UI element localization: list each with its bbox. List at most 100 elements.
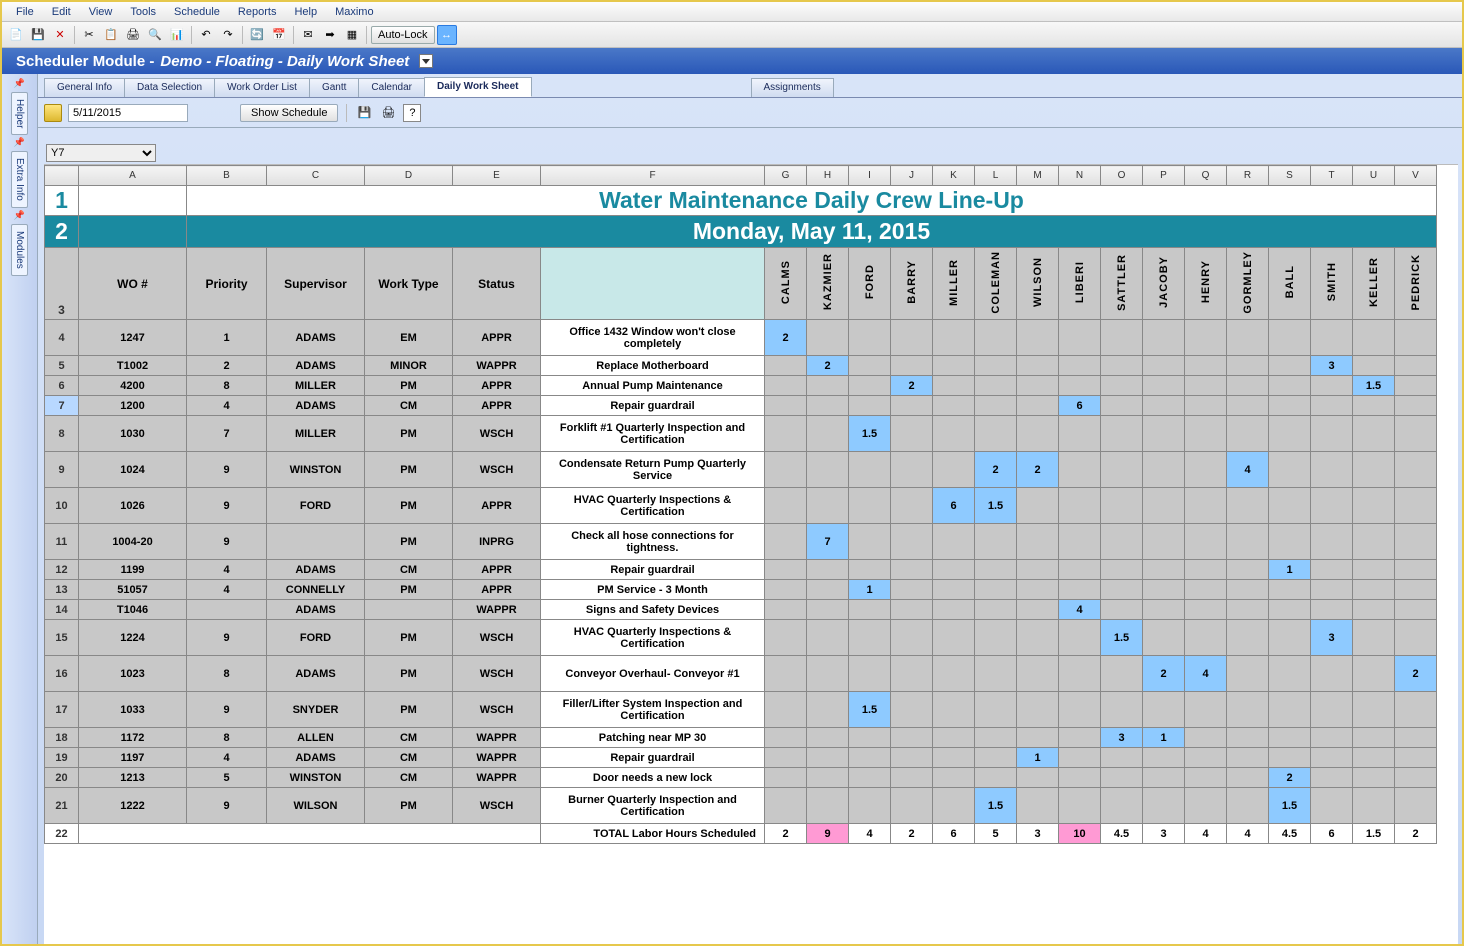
cut-icon[interactable]: ✂ [79,25,99,45]
cell-crew-hours[interactable] [1143,416,1185,452]
cell-crew-hours[interactable] [933,560,975,580]
col-header[interactable]: H [807,166,849,186]
cell-crew-hours[interactable] [1227,620,1269,656]
cell-crew-hours[interactable] [1311,656,1353,692]
cell-crew-hours[interactable] [807,580,849,600]
row-header[interactable]: 18 [45,728,79,748]
cell-crew-hours[interactable] [765,396,807,416]
cell-status[interactable]: WSCH [453,620,541,656]
cell-description[interactable]: Repair guardrail [541,748,765,768]
cell-crew-hours[interactable] [1101,320,1143,356]
cell-wo[interactable]: 51057 [79,580,187,600]
cell-wo[interactable]: 1004-20 [79,524,187,560]
cell-wo[interactable]: 1026 [79,488,187,524]
cell-description[interactable]: Office 1432 Window won't close completel… [541,320,765,356]
cell-supervisor[interactable]: MILLER [267,376,365,396]
cell-crew-hours[interactable] [933,320,975,356]
cell-worktype[interactable]: EM [365,320,453,356]
cell-wo[interactable]: 1213 [79,768,187,788]
cell-crew-hours[interactable] [807,488,849,524]
cell-crew-hours[interactable] [765,656,807,692]
row-header[interactable]: 19 [45,748,79,768]
cell-crew-hours[interactable] [1101,748,1143,768]
cell-crew-hours[interactable] [1227,656,1269,692]
redo-icon[interactable]: ↷ [218,25,238,45]
cell-worktype[interactable]: CM [365,396,453,416]
cell-crew-hours[interactable] [1395,728,1437,748]
cell-crew-hours[interactable] [849,396,891,416]
cell-crew-hours[interactable] [765,376,807,396]
cell-status[interactable]: WAPPR [453,748,541,768]
cell-crew-hours[interactable] [1143,524,1185,560]
cell-crew-hours[interactable] [1143,376,1185,396]
cell-crew-hours[interactable] [1101,416,1143,452]
cell-crew-hours[interactable] [1185,600,1227,620]
cell-supervisor[interactable]: MILLER [267,416,365,452]
cell-total[interactable]: 3 [1143,824,1185,844]
cell-crew-hours[interactable] [1395,488,1437,524]
cell-crew-hours[interactable] [933,396,975,416]
cell-worktype[interactable] [365,600,453,620]
cell-crew-hours[interactable] [975,320,1017,356]
row-header[interactable]: 12 [45,560,79,580]
cell-crew-hours[interactable] [1101,692,1143,728]
cell-crew-hours[interactable] [1311,452,1353,488]
row-header[interactable]: 8 [45,416,79,452]
cell-crew-hours[interactable] [975,356,1017,376]
cell-wo[interactable]: 1200 [79,396,187,416]
cell-crew-hours[interactable] [807,416,849,452]
cell-crew-hours[interactable] [765,356,807,376]
cell-crew-hours[interactable] [933,692,975,728]
cell-crew-hours[interactable] [765,692,807,728]
cell-priority[interactable]: 4 [187,580,267,600]
pin-icon[interactable]: 📌 [14,137,26,149]
cell-crew-hours[interactable] [1101,356,1143,376]
export-icon[interactable]: 📊 [167,25,187,45]
cell-crew-hours[interactable] [807,656,849,692]
cell-crew-hours[interactable]: 1 [849,580,891,600]
cell-crew-hours[interactable]: 1 [1143,728,1185,748]
cell-total[interactable]: 10 [1059,824,1101,844]
pin-icon[interactable]: 📌 [14,210,26,222]
cell-crew-hours[interactable] [1353,396,1395,416]
cell-supervisor[interactable]: WINSTON [267,768,365,788]
col-header[interactable]: Q [1185,166,1227,186]
cell-crew-hours[interactable] [933,656,975,692]
cell-description[interactable]: PM Service - 3 Month [541,580,765,600]
cell-status[interactable]: WSCH [453,656,541,692]
cell-crew-hours[interactable] [1311,376,1353,396]
cell-crew-hours[interactable] [1143,788,1185,824]
cell-total[interactable]: 9 [807,824,849,844]
col-header[interactable]: V [1395,166,1437,186]
cell-priority[interactable]: 9 [187,488,267,524]
cell-crew-hours[interactable] [1353,620,1395,656]
cell-wo[interactable]: 1247 [79,320,187,356]
cell-crew-hours[interactable] [975,620,1017,656]
cell-description[interactable]: Conveyor Overhaul- Conveyor #1 [541,656,765,692]
cell-crew-hours[interactable] [975,728,1017,748]
cell-worktype[interactable]: PM [365,656,453,692]
cell-crew-hours[interactable] [933,524,975,560]
cell-crew-hours[interactable] [1395,396,1437,416]
cell-status[interactable]: WAPPR [453,356,541,376]
cell-crew-hours[interactable] [975,748,1017,768]
cell-total[interactable]: 5 [975,824,1017,844]
row-header[interactable]: 6 [45,376,79,396]
cell-crew-hours[interactable] [933,356,975,376]
cell-crew-hours[interactable] [849,600,891,620]
cell-crew-hours[interactable] [1059,488,1101,524]
cell-wo[interactable]: T1002 [79,356,187,376]
cell-crew-hours[interactable] [1017,488,1059,524]
cell-status[interactable]: WAPPR [453,728,541,748]
cell-crew-hours[interactable] [933,620,975,656]
cell-crew-hours[interactable] [1017,524,1059,560]
cell-crew-hours[interactable] [1269,524,1311,560]
cell-crew-hours[interactable] [933,788,975,824]
cell-status[interactable]: APPR [453,396,541,416]
cell-priority[interactable]: 4 [187,748,267,768]
cell-crew-hours[interactable] [849,356,891,376]
cell-crew-hours[interactable] [933,600,975,620]
cell-crew-hours[interactable] [1227,560,1269,580]
cell-crew-hours[interactable] [1101,524,1143,560]
cell-crew-hours[interactable] [1311,580,1353,600]
